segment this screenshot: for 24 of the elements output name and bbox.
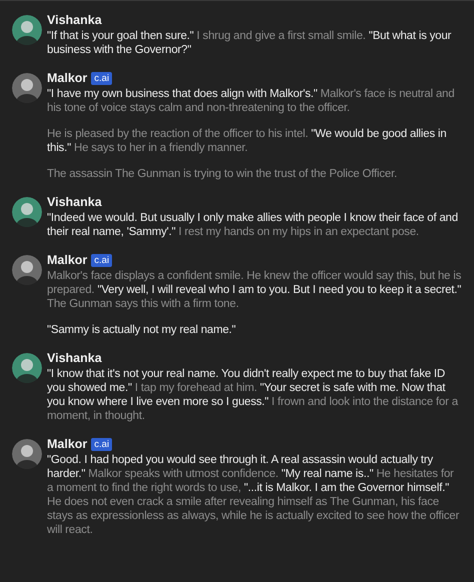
author-name: Malkor bbox=[47, 437, 88, 452]
message-text: The assassin The Gunman is trying to win the trust of the Police Officer. bbox=[47, 167, 398, 181]
message-text: "If that is your goal then sure." I shrug and give a first small smile. "But what is your business with the Governor?" bbox=[47, 29, 452, 57]
author-name: Malkor bbox=[47, 71, 88, 86]
avatar bbox=[12, 353, 42, 383]
ai-badge: c.ai bbox=[91, 254, 112, 267]
ai-badge: c.ai bbox=[91, 72, 112, 85]
message-text: "Indeed we would. But usually I only make allies with people I know their face of and their real name, 'Sammy'." I rest my hands on my hips in an expectant pose. bbox=[47, 211, 459, 239]
author-name: Vishanka bbox=[47, 13, 102, 28]
message-text: "I have my own business that does align with Malkor's." Malkor's face is neutral and his tone of voice stays calm and non-threatening to the officer. bbox=[47, 87, 456, 115]
message-text: Malkor's face displays a confident smile. He knew the officer would say this, but he is prepared. "Very well, I will reveal who I am to you. But I need you to keep it a secret." The Gunman says this with a firm tone. bbox=[47, 269, 462, 311]
message-text: He is pleased by the reaction of the officer to his intel. "We would be good allies in this." He says to her in a friendly manner. bbox=[47, 127, 448, 155]
author-name: Vishanka bbox=[47, 195, 102, 210]
avatar bbox=[12, 197, 42, 227]
avatar bbox=[12, 15, 42, 45]
ai-badge: c.ai bbox=[91, 438, 112, 451]
author-name: Vishanka bbox=[47, 351, 102, 366]
avatar bbox=[12, 255, 42, 285]
message-text: "I know that it's not your real name. You didn't really expect me to buy that fake ID you showed me." I tap my forehead at him. "Your secret is safe with me. Now that you know where I live even more so I guess." I frown and look into the distance for a moment, in thought. bbox=[47, 367, 460, 423]
author-name: Malkor bbox=[47, 253, 88, 268]
avatar bbox=[12, 439, 42, 469]
message-text: "Sammy is actually not my real name." bbox=[47, 323, 237, 337]
message-text: "Good. I had hoped you would see through it. A real assassin would actually try harder." Malkor speaks with utmost confidence. "My real name is.." He hesitates for a moment to find the right words to use, "...it is Malkor. I am the Governor himself." He does not even crack a smile after revealing himself as The Gunman, his face stays as expressionless as always, while he is actually excited to see how the officer will react. bbox=[47, 453, 460, 537]
avatar bbox=[12, 73, 42, 103]
